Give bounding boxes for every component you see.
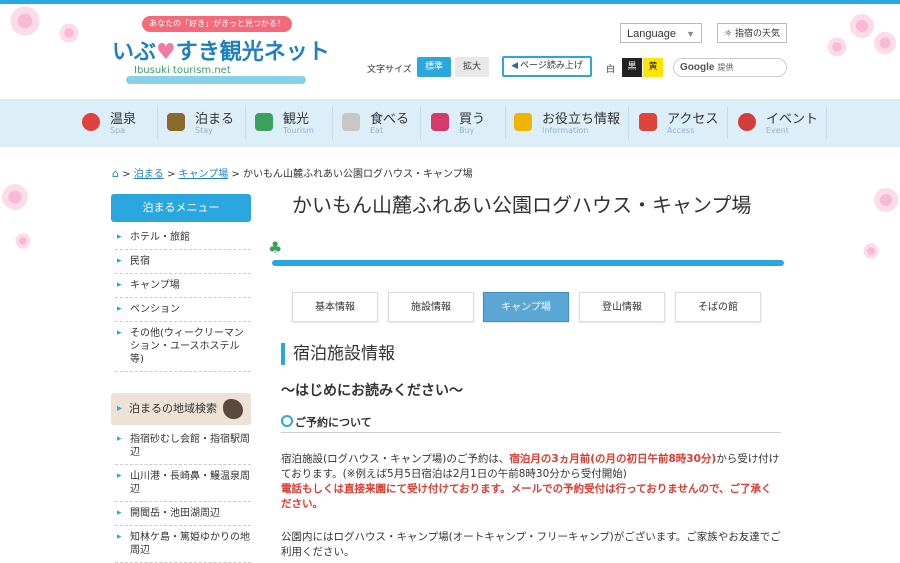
weather-button[interactable]: ☼ 指宿の天気 [717, 23, 787, 43]
area-item[interactable]: 山川港・長崎鼻・鰻温泉周辺 [115, 465, 251, 502]
font-large-button[interactable]: 拡大 [455, 57, 489, 77]
facility-paragraph: 公園内にはログハウス・キャンプ場(オートキャンプ・フリーキャンプ)がございます。… [281, 531, 781, 558]
divider [281, 432, 781, 433]
sidebar-item-minshuku[interactable]: 民宿 [115, 250, 251, 274]
language-select[interactable]: Language ▼ [620, 23, 702, 43]
sidebar-menu: ホテル・旅館 民宿 キャンプ場 ペンション その他(ウィークリーマンション・ユー… [115, 226, 251, 372]
onsen-icon [82, 113, 100, 131]
flag-icon [255, 113, 273, 131]
global-nav: 温泉 Spa 泊まる Stay 観光 Tourism 食べる Eat 買う Bu… [0, 99, 900, 147]
flower-decoration [872, 186, 900, 214]
sidebar-menu-title: 泊まるメニュー [111, 194, 251, 222]
breadcrumb-current: かいもん山麓ふれあい公園ログハウス・キャンプ場 [242, 169, 473, 180]
flower-decoration [872, 30, 898, 56]
flower-decoration [0, 182, 30, 212]
tab-climbing-info[interactable]: 登山情報 [579, 292, 665, 322]
reservation-paragraph: 宿泊施設(ログハウス・キャンプ場)のご予約は、宿泊月の3ヵ月前(の月の初日午前8… [281, 453, 780, 510]
area-item[interactable]: 指宿砂むし会館・指宿駅周辺 [115, 428, 251, 465]
heart-icon: ♥ [156, 40, 176, 65]
speaker-icon: ◀ [511, 61, 519, 71]
flower-decoration [8, 4, 42, 38]
font-size-label: 文字サイズ [367, 65, 412, 75]
font-standard-button[interactable]: 標準 [417, 57, 451, 77]
color-black-button[interactable]: 黒 [622, 58, 642, 77]
area-list: 指宿砂むし会館・指宿駅周辺 山川港・長崎鼻・鰻温泉周辺 開聞岳・池田湖周辺 知林… [115, 428, 251, 563]
tab-campground[interactable]: キャンプ場 [483, 292, 569, 322]
area-search-title[interactable]: 泊まるの地域検索 [111, 393, 251, 425]
flower-decoration [14, 232, 32, 250]
tab-basic-info[interactable]: 基本情報 [292, 292, 378, 322]
tab-soba-house[interactable]: そばの館 [675, 292, 761, 322]
site-logo[interactable]: あなたの「好き」がきっと見つかる！ いぶ♥すき観光ネット Ibusuki tou… [112, 14, 330, 86]
read-aloud-button[interactable]: ◀ ページ読み上げ [502, 56, 592, 77]
page-title: かいもん山麓ふれあい公園ログハウス・キャンプ場 [292, 193, 752, 217]
sidebar-item-pension[interactable]: ペンション [115, 298, 251, 322]
circle-bullet-icon [281, 415, 293, 427]
area-item[interactable]: 開聞岳・池田湖周辺 [115, 502, 251, 526]
breadcrumb-link-camp[interactable]: キャンプ場 [179, 169, 229, 180]
logo-title: いぶ♥すき観光ネット [112, 40, 330, 65]
breadcrumb: ⌂ > 泊まる > キャンプ場 > かいもん山麓ふれあい公園ログハウス・キャンプ… [112, 167, 473, 180]
chevron-down-icon: ▼ [686, 29, 695, 39]
section-title: 宿泊施設情報 [281, 343, 395, 365]
breadcrumb-link-stay[interactable]: 泊まる [134, 169, 164, 180]
tab-facility-info[interactable]: 施設情報 [388, 292, 474, 322]
sun-icon: ☼ [724, 29, 733, 39]
info-icon [514, 113, 532, 131]
bed-icon [167, 113, 185, 131]
sidebar-item-hotel[interactable]: ホテル・旅館 [115, 226, 251, 250]
color-white-button[interactable]: 白 [606, 62, 615, 75]
sidebar-item-other[interactable]: その他(ウィークリーマンション・ユースホステル等) [115, 322, 251, 372]
flower-decoration [58, 22, 80, 44]
reservation-heading: ご予約について [281, 414, 781, 430]
flower-decoration [826, 36, 848, 58]
home-icon[interactable]: ⌂ [112, 167, 119, 180]
top-accent-bar [0, 0, 900, 4]
sub-title: 〜はじめにお読みください〜 [281, 383, 463, 399]
car-icon [639, 113, 657, 131]
palm-tree-icon: ♣ [268, 238, 283, 257]
event-icon [738, 113, 756, 131]
site-search-input[interactable]: Google 提供 [673, 58, 787, 77]
sidebar-item-camp[interactable]: キャンプ場 [115, 274, 251, 298]
cutlery-icon [342, 113, 360, 131]
color-yellow-button[interactable]: 黄 [643, 58, 663, 77]
title-underline [272, 260, 784, 266]
logo-tagline: あなたの「好き」がきっと見つかる！ [142, 16, 292, 32]
area-item[interactable]: 知林ケ島・篤姫ゆかりの地周辺 [115, 526, 251, 563]
flower-decoration [848, 12, 876, 40]
cart-icon [431, 113, 449, 131]
logo-island-graphic [126, 76, 306, 84]
flower-decoration [862, 242, 880, 260]
map-icon [223, 399, 243, 419]
logo-subtitle: Ibusuki tourism.net [134, 65, 231, 76]
